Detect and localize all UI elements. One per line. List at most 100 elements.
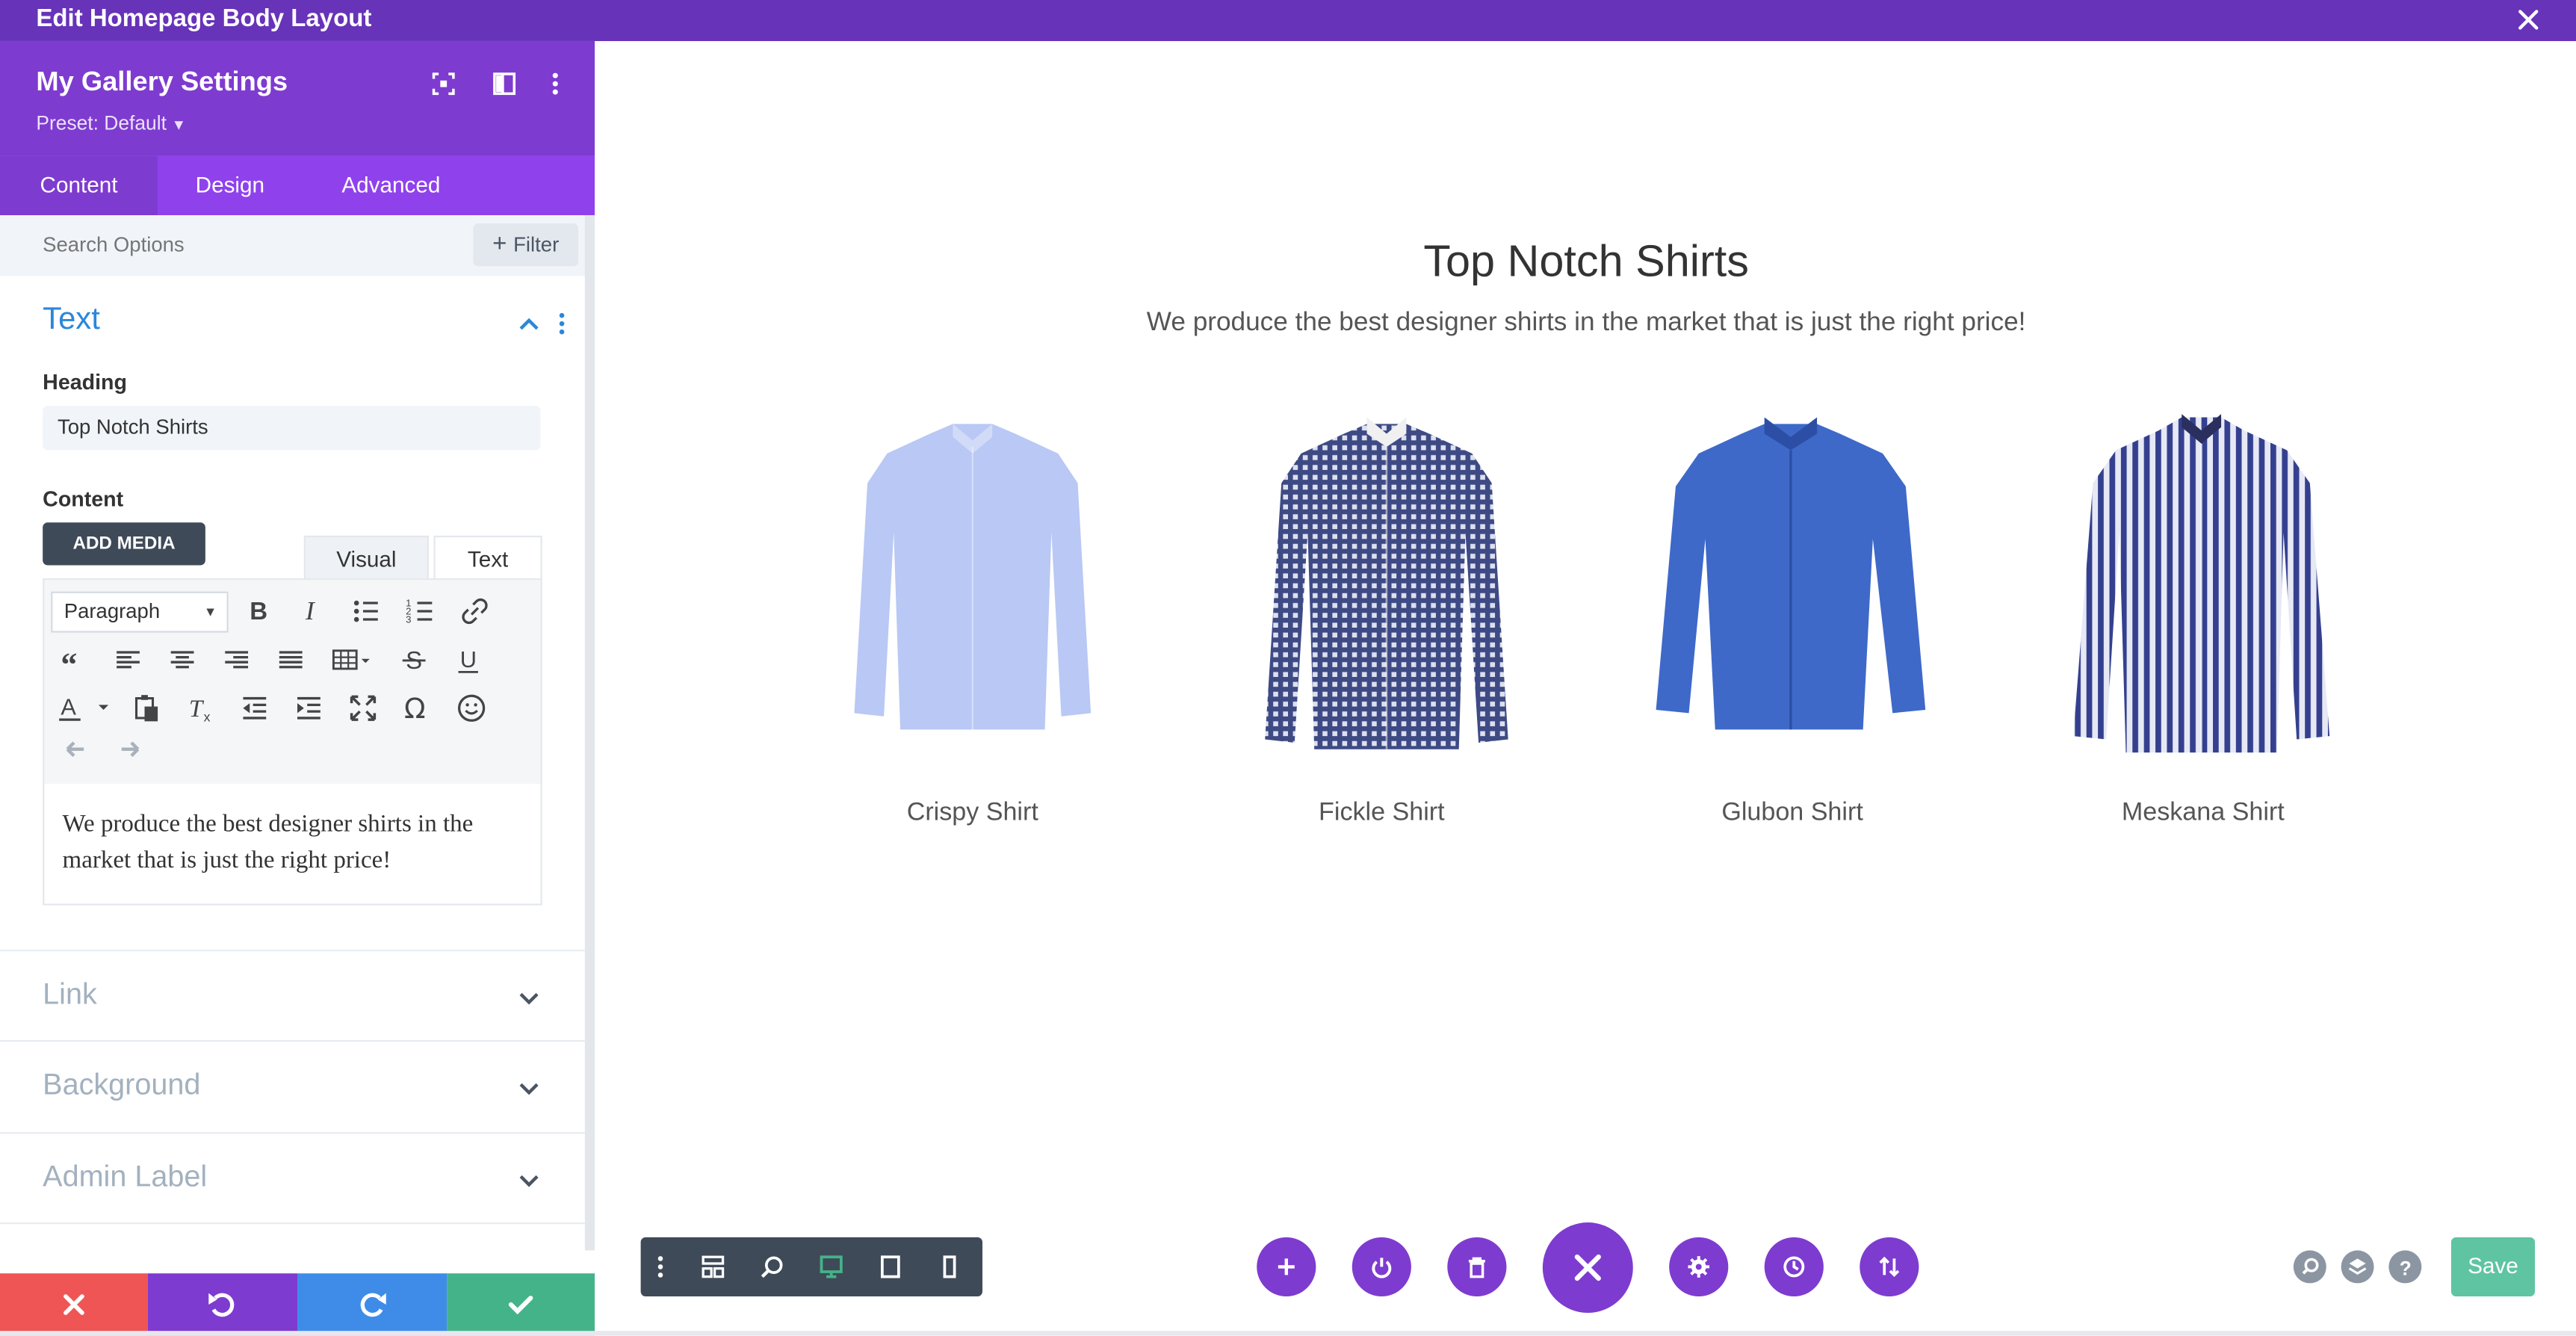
align-right-icon[interactable] (220, 644, 253, 677)
italic-icon[interactable]: I (296, 595, 329, 628)
add-media-button[interactable]: ADD MEDIA (43, 522, 205, 566)
tab-visual[interactable]: Visual (303, 535, 429, 581)
tablet-icon[interactable] (877, 1254, 903, 1280)
trash-icon (1447, 1255, 1506, 1278)
shirt-caption: Glubon Shirt (1721, 798, 1863, 827)
align-center-icon[interactable] (166, 644, 199, 677)
format-select-value: Paragraph (64, 599, 161, 623)
heading-input[interactable]: Top Notch Shirts (43, 406, 541, 451)
sidebar-scrollbar[interactable] (584, 215, 595, 1251)
numbered-list-icon[interactable]: 123 (404, 595, 437, 628)
portability-button[interactable] (1860, 1237, 1919, 1296)
split-view-icon[interactable] (491, 71, 517, 97)
divider (0, 1222, 585, 1225)
rich-text-editor: Paragraph ▼ B I 123 “ S U A T x Ω We pro… (43, 578, 542, 906)
bold-icon[interactable]: B (241, 595, 274, 628)
tab-text[interactable]: Text (433, 535, 542, 581)
svg-text:B: B (250, 597, 267, 625)
content-label: Content (43, 486, 124, 511)
fullscreen-icon[interactable] (347, 692, 380, 725)
view-mode-toolbar (640, 1237, 982, 1296)
align-left-icon[interactable] (112, 644, 145, 677)
svg-text:?: ? (2400, 1257, 2412, 1279)
strikethrough-icon[interactable]: S (397, 644, 430, 677)
chevron-up-icon[interactable] (518, 314, 541, 333)
editor-toolbar: Paragraph ▼ B I 123 “ S U A T x Ω (44, 580, 541, 784)
chevron-down-icon[interactable] (518, 988, 541, 1007)
outdent-icon[interactable] (238, 692, 271, 725)
admin-label-section-title[interactable]: Admin Label (43, 1160, 207, 1194)
desktop-icon[interactable] (818, 1254, 844, 1280)
svg-text:A: A (61, 694, 76, 720)
chevron-down-icon[interactable] (518, 1170, 541, 1190)
tab-advanced[interactable]: Advanced (303, 156, 480, 215)
more-vertical-icon[interactable] (554, 311, 570, 337)
background-section-title[interactable]: Background (43, 1068, 200, 1102)
link-icon[interactable] (459, 595, 492, 628)
preset-dropdown[interactable]: Preset: Default ▼ (36, 112, 186, 135)
text-section-title[interactable]: Text (43, 303, 100, 338)
paste-icon[interactable] (130, 692, 163, 725)
format-select[interactable]: Paragraph ▼ (51, 591, 229, 633)
svg-text:T: T (189, 696, 205, 723)
shirt-image[interactable] (1656, 417, 1926, 730)
help-icon[interactable]: ? (2388, 1250, 2422, 1284)
save-changes-button[interactable] (447, 1273, 595, 1336)
redo-button[interactable] (297, 1273, 448, 1336)
zoom-icon[interactable] (759, 1254, 785, 1280)
underline-icon[interactable]: U (452, 644, 485, 677)
tab-design[interactable]: Design (158, 156, 303, 215)
emoji-icon[interactable] (455, 692, 488, 725)
shirt-image[interactable] (854, 424, 1092, 730)
svg-text:3: 3 (406, 613, 411, 625)
discard-button[interactable] (0, 1273, 148, 1336)
bullet-list-icon[interactable] (350, 595, 383, 628)
delete-button[interactable] (1447, 1237, 1507, 1296)
close-builder-button[interactable] (1542, 1222, 1633, 1313)
text-color-icon[interactable]: A (55, 692, 114, 725)
search-options-input[interactable] (29, 225, 467, 265)
svg-text:Ω: Ω (404, 692, 426, 725)
indent-icon[interactable] (292, 692, 325, 725)
omega-icon[interactable]: Ω (401, 692, 434, 725)
close-icon (0, 1273, 148, 1336)
justify-icon[interactable] (274, 644, 307, 677)
filter-button[interactable]: + Filter (473, 223, 579, 267)
close-icon[interactable] (2513, 5, 2543, 35)
table-icon[interactable] (330, 644, 377, 677)
add-module-button[interactable] (1257, 1237, 1316, 1296)
redo-icon[interactable] (117, 737, 143, 761)
save-button[interactable]: Save (2450, 1237, 2536, 1296)
gallery-images (854, 414, 2330, 753)
link-section-title[interactable]: Link (43, 977, 97, 1012)
shirt-image[interactable] (1265, 417, 1508, 749)
heading-input-value: Top Notch Shirts (57, 415, 208, 439)
wireframe-icon[interactable] (700, 1254, 726, 1280)
undo-icon (148, 1273, 297, 1336)
more-vertical-icon[interactable] (651, 1254, 670, 1280)
power-icon (1352, 1255, 1411, 1278)
preset-label: Preset: Default (36, 111, 167, 135)
layers-icon[interactable] (2341, 1250, 2374, 1284)
tab-content[interactable]: Content (0, 155, 158, 216)
quote-icon[interactable]: “ (58, 644, 90, 677)
gallery-heading: Top Notch Shirts (1423, 236, 1749, 286)
focus-icon[interactable] (430, 71, 456, 97)
svg-text:“: “ (61, 646, 77, 677)
undo-button[interactable] (147, 1273, 298, 1336)
undo-icon[interactable] (63, 737, 89, 761)
search-row: +Filter (0, 215, 595, 276)
page-settings-button[interactable] (1669, 1237, 1729, 1296)
clear-format-icon[interactable]: Tx (184, 692, 217, 725)
search-icon[interactable] (2293, 1250, 2326, 1284)
shirt-caption: Crispy Shirt (906, 798, 1038, 827)
phone-icon[interactable] (936, 1254, 962, 1280)
chevron-down-icon[interactable] (518, 1078, 541, 1098)
history-icon (1765, 1255, 1824, 1278)
editor-body-text[interactable]: We produce the best designer shirts in t… (63, 807, 523, 879)
disable-button[interactable] (1352, 1237, 1411, 1296)
shirt-image[interactable] (2073, 414, 2330, 753)
gallery-subheading: We produce the best designer shirts in t… (1146, 309, 2026, 337)
more-vertical-icon[interactable] (544, 71, 567, 97)
history-button[interactable] (1764, 1237, 1824, 1296)
